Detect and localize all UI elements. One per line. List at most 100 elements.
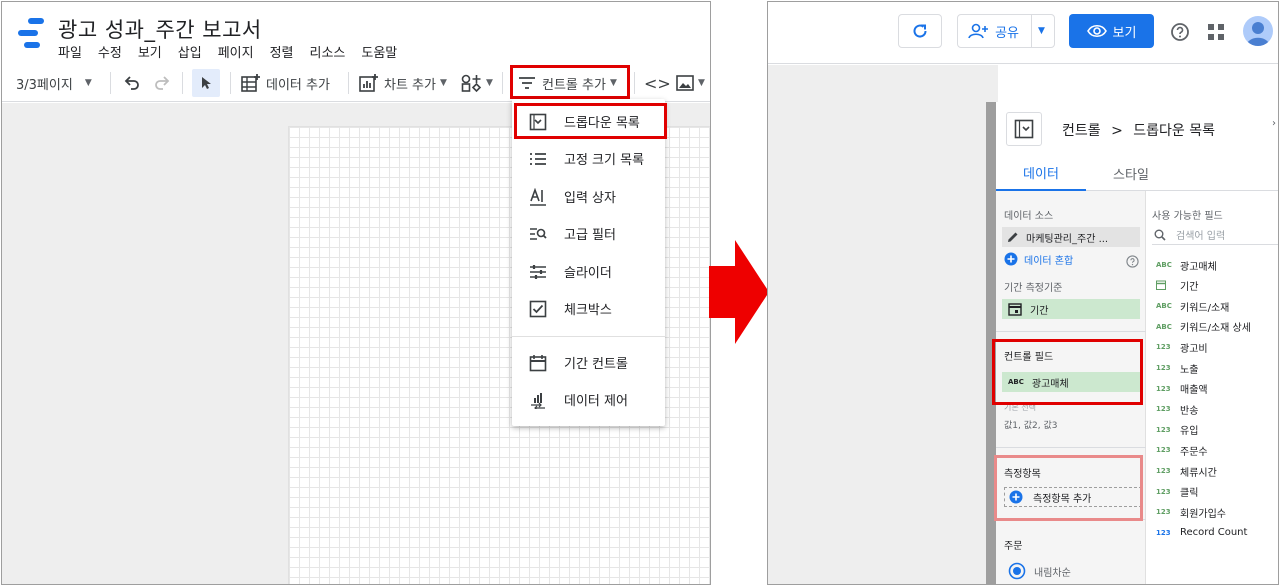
control-menu: 드롭다운 목록 고정 크기 목록 입력 상자 고급 필터 슬라이더 체크박스 기… — [512, 99, 665, 426]
cursor-icon — [202, 77, 211, 89]
eye-icon — [1086, 24, 1107, 38]
menu-view[interactable]: 보기 — [138, 42, 162, 61]
title-bar: 광고 성과_주간 보고서 파일 수정 보기 삽입 페이지 정렬 리소스 도움말 — [2, 2, 710, 64]
add-chart-label: 차트 추가 — [384, 77, 436, 93]
view-button[interactable]: 보기 — [1069, 14, 1154, 48]
field-name: 키워드/소재 — [1180, 302, 1230, 314]
field-search[interactable]: 검색어 입력 — [1152, 225, 1278, 245]
help-icon — [1171, 23, 1189, 41]
menu-item-fixed-list[interactable]: 고정 크기 목록 — [512, 140, 665, 177]
menu-item-label: 입력 상자 — [564, 191, 616, 206]
sort-value: 내림차순 — [1034, 567, 1071, 579]
menu-edit[interactable]: 수정 — [98, 42, 122, 61]
share-button[interactable]: 공유 ▼ — [957, 14, 1055, 48]
date-range-chip[interactable]: 기간 — [1002, 299, 1140, 319]
breadcrumb-separator: > — [1111, 123, 1123, 139]
panel-tabs: 데이터 스타일 — [996, 156, 1278, 191]
menu-resource[interactable]: 리소스 — [310, 42, 346, 61]
field-item[interactable]: 123 반송 — [1156, 399, 1198, 419]
field-item[interactable]: 123 Record Count — [1156, 523, 1247, 543]
menu-item-data-control[interactable]: 데이터 제어 — [512, 381, 665, 418]
menu-file[interactable]: 파일 — [58, 42, 82, 61]
field-item[interactable]: 123 노출 — [1156, 358, 1198, 378]
menu-item-label: 체크박스 — [564, 303, 612, 318]
data-studio-logo-icon — [18, 18, 44, 48]
top-bar: 공유 ▼ 보기 — [768, 2, 1278, 64]
field-item[interactable]: ABC 키워드/소재 — [1156, 296, 1229, 316]
breadcrumb: 컨트롤 > 드롭다운 목록 — [1062, 120, 1215, 140]
sort-label: 주문 — [1004, 541, 1023, 552]
menu-item-input-box[interactable]: 입력 상자 — [512, 178, 665, 215]
blend-data-button[interactable]: 데이터 혼합 — [1004, 251, 1073, 267]
blend-data-label: 데이터 혼합 — [1024, 255, 1074, 267]
menu-insert[interactable]: 삽입 — [178, 42, 202, 61]
field-item[interactable]: 123 매출액 — [1156, 379, 1208, 399]
field-item[interactable]: 123 주문수 — [1156, 440, 1208, 460]
menu-item-date-range[interactable]: 기간 컨트롤 — [512, 344, 665, 381]
page-selector[interactable]: 3/3페이지 ▼ — [16, 64, 92, 102]
component-icon — [461, 74, 482, 93]
menu-page[interactable]: 페이지 — [218, 42, 254, 61]
breadcrumb-leaf: 드롭다운 목록 — [1133, 123, 1216, 139]
user-avatar-icon — [1246, 22, 1270, 46]
undo-icon — [124, 76, 139, 90]
menu-item-advanced-filter[interactable]: 고급 필터 — [512, 215, 665, 252]
number-type-icon: 123 — [1156, 508, 1171, 517]
collapse-chevron-icon[interactable]: › — [1272, 118, 1276, 129]
field-item[interactable]: ABC 키워드/소재 상세 — [1156, 317, 1251, 337]
report-canvas[interactable] — [768, 65, 998, 584]
apps-button[interactable] — [1208, 24, 1224, 44]
data-source-value: 마케팅관리_주간 ... — [1026, 233, 1109, 245]
field-item[interactable]: 123 클릭 — [1156, 482, 1198, 502]
input-box-icon — [530, 187, 546, 206]
checkbox-icon — [529, 300, 547, 317]
transition-arrow-icon — [709, 240, 769, 344]
field-name: 반송 — [1180, 405, 1199, 417]
radio-selected-icon — [1008, 562, 1026, 580]
add-chart-icon — [359, 74, 378, 92]
add-component-button[interactable]: ▼ — [460, 64, 493, 102]
field-item[interactable]: 기간 — [1156, 276, 1198, 296]
field-item[interactable]: 123 광고비 — [1156, 337, 1208, 357]
menu-item-slider[interactable]: 슬라이더 — [512, 253, 665, 290]
number-type-icon: 123 — [1156, 487, 1171, 496]
control-field-highlight — [992, 339, 1143, 405]
number-type-icon: 123 — [1156, 446, 1171, 455]
add-control-highlight — [510, 65, 630, 99]
number-type-icon: 123 — [1156, 405, 1171, 414]
menu-help[interactable]: 도움말 — [361, 42, 397, 61]
data-source-label: 데이터 소스 — [1004, 211, 1054, 222]
embed-code-button[interactable]: <> — [644, 64, 671, 102]
help-icon[interactable] — [1126, 253, 1139, 272]
add-chart-button[interactable]: 차트 추가 ▼ — [358, 64, 447, 102]
dropdown-list-highlight — [514, 103, 667, 139]
tab-style[interactable]: 스타일 — [1086, 156, 1176, 191]
text-type-icon: ABC — [1156, 261, 1172, 269]
refresh-button[interactable] — [898, 14, 942, 48]
field-item[interactable]: 123 체류시간 — [1156, 461, 1217, 481]
field-item[interactable]: 123 회원가입수 — [1156, 502, 1226, 522]
default-selection-value: 값1, 값2, 값3 — [1004, 421, 1058, 431]
add-person-icon — [968, 23, 989, 39]
tab-style-label: 스타일 — [1113, 168, 1149, 183]
data-source-chip[interactable]: 마케팅관리_주간 ... — [1002, 227, 1140, 247]
redo-button[interactable] — [152, 64, 172, 102]
menu-arrange[interactable]: 정렬 — [270, 42, 294, 61]
text-type-icon: ABC — [1156, 302, 1172, 311]
select-tool-button[interactable] — [192, 64, 220, 102]
undo-button[interactable] — [122, 64, 142, 102]
field-item[interactable]: 123 유입 — [1156, 420, 1198, 440]
sort-descending-radio[interactable]: 내림차순 — [1008, 561, 1071, 581]
chevron-down-icon: ▼ — [698, 78, 705, 88]
add-data-button[interactable]: 데이터 추가 — [240, 64, 330, 102]
document-title[interactable]: 광고 성과_주간 보고서 — [58, 14, 262, 44]
chevron-down-icon: ▼ — [84, 78, 92, 88]
tab-data[interactable]: 데이터 — [996, 156, 1086, 191]
add-image-button[interactable]: ▼ — [676, 64, 705, 102]
menu-item-checkbox[interactable]: 체크박스 — [512, 290, 665, 327]
avatar[interactable] — [1243, 16, 1273, 46]
help-button[interactable] — [1170, 22, 1190, 46]
calendar-icon — [529, 354, 547, 371]
share-label: 공유 — [995, 25, 1019, 41]
field-item[interactable]: ABC 광고매체 — [1156, 255, 1217, 275]
